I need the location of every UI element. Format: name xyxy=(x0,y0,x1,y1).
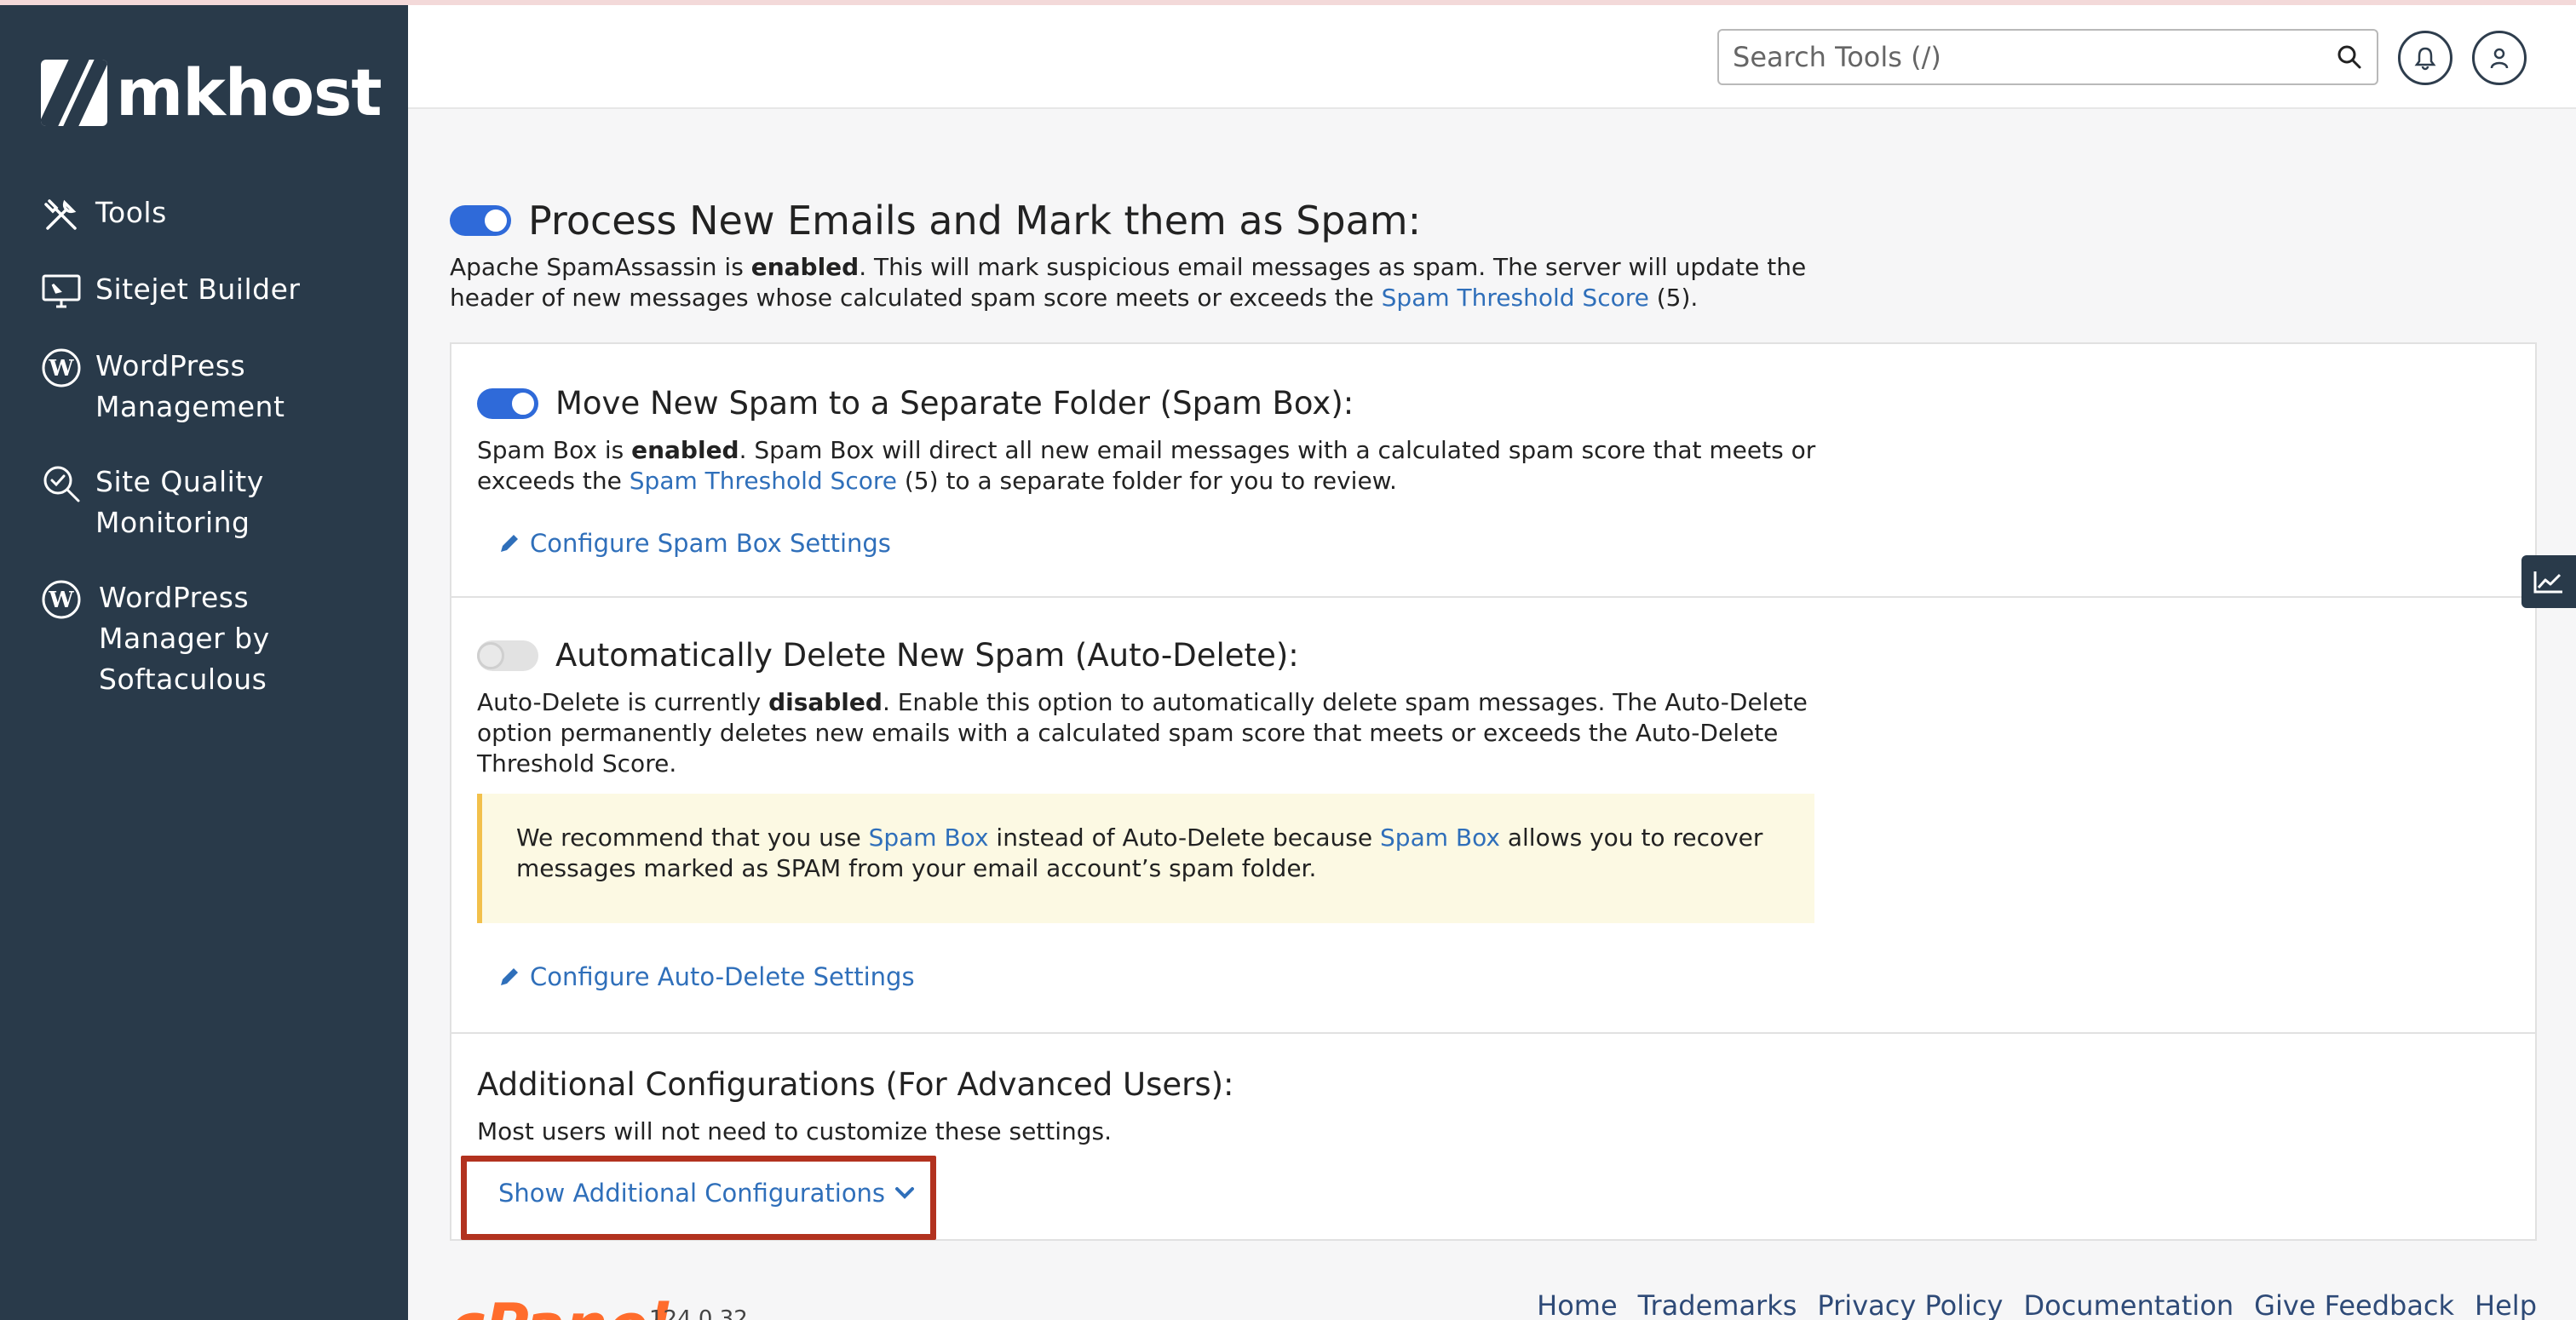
wordpress-icon: W xyxy=(42,348,81,387)
additional-description: Most users will not need to customize th… xyxy=(477,1117,1113,1145)
configure-autodelete-link[interactable]: Configure Auto-Delete Settings xyxy=(497,962,915,991)
version-label: 124.0.32 xyxy=(649,1306,748,1320)
spambox-description: Spam Box is enabled. Spam Box will direc… xyxy=(477,436,1816,495)
spambox-toggle[interactable] xyxy=(477,387,538,419)
process-title: Process New Emails and Mark them as Spam… xyxy=(528,198,1422,244)
sidebar-item-label: WordPress Manager by Softaculous xyxy=(99,581,270,696)
process-heading-row: Process New Emails and Mark them as Spam… xyxy=(450,198,2537,244)
sidebar-item-label: Tools xyxy=(95,196,167,229)
footer: cPanel 124.0.32 Home Trademarks Privacy … xyxy=(450,1269,2537,1320)
sidebar-item-sitejet[interactable]: Sitejet Builder xyxy=(41,269,399,312)
process-description: Apache SpamAssassin is enabled. This wil… xyxy=(450,253,1807,312)
search-icon[interactable] xyxy=(2336,43,2363,71)
sidebar-nav: Tools Sitejet Builder W WordPress Manage… xyxy=(41,192,399,734)
spam-threshold-link[interactable]: Spam Threshold Score xyxy=(630,467,897,495)
pencil-icon xyxy=(501,968,518,985)
process-section: Process New Emails and Mark them as Spam… xyxy=(450,170,2537,313)
chevron-down-icon xyxy=(895,1187,915,1199)
footer-link-feedback[interactable]: Give Feedback xyxy=(2254,1289,2454,1320)
sidebar: mkhost Tools Sitejet Builder W WordPress… xyxy=(0,5,408,1320)
spam-options-card: Move New Spam to a Separate Folder (Spam… xyxy=(450,342,2537,1241)
search-box[interactable] xyxy=(1717,29,2378,85)
additional-title: Additional Configurations (For Advanced … xyxy=(477,1066,1234,1103)
show-additional-configurations-link[interactable]: Show Additional Configurations xyxy=(498,1179,924,1208)
stats-side-tab[interactable] xyxy=(2521,555,2576,608)
brand-logo[interactable]: mkhost xyxy=(41,60,382,126)
search-input[interactable] xyxy=(1733,41,2336,73)
footer-link-home[interactable]: Home xyxy=(1537,1289,1618,1320)
svg-text:W: W xyxy=(48,356,74,382)
footer-links: Home Trademarks Privacy Policy Documenta… xyxy=(1516,1289,2537,1320)
autodelete-section: Automatically Delete New Spam (Auto-Dele… xyxy=(451,598,2535,1034)
sidebar-item-tools[interactable]: Tools xyxy=(41,192,399,235)
sidebar-item-wordpress-softaculous[interactable]: W WordPress Manager by Softaculous xyxy=(41,577,399,700)
bell-icon xyxy=(2414,47,2436,71)
monitor-icon xyxy=(42,274,81,308)
sidebar-item-label: Sitejet Builder xyxy=(95,273,301,306)
spambox-link[interactable]: Spam Box xyxy=(869,824,989,852)
sidebar-item-site-quality[interactable]: Site Quality Monitoring xyxy=(41,462,399,543)
user-icon xyxy=(2490,48,2509,69)
sidebar-item-label: WordPress Management xyxy=(95,349,285,423)
sidebar-item-wordpress-management[interactable]: W WordPress Management xyxy=(41,346,399,428)
notifications-button[interactable] xyxy=(2398,31,2452,85)
autodelete-title: Automatically Delete New Spam (Auto-Dele… xyxy=(555,637,1299,674)
footer-link-privacy[interactable]: Privacy Policy xyxy=(1817,1289,2003,1320)
configure-spambox-link[interactable]: Configure Spam Box Settings xyxy=(497,529,1823,558)
footer-link-trademarks[interactable]: Trademarks xyxy=(1638,1289,1797,1320)
autodelete-heading-row: Automatically Delete New Spam (Auto-Dele… xyxy=(477,637,1823,674)
top-header xyxy=(408,5,2576,109)
brand-logo-mark xyxy=(41,60,107,126)
footer-link-help[interactable]: Help xyxy=(2475,1289,2537,1320)
spambox-section: Move New Spam to a Separate Folder (Spam… xyxy=(451,344,2535,598)
process-spam-toggle[interactable] xyxy=(450,205,511,236)
user-menu-button[interactable] xyxy=(2472,31,2527,85)
tools-icon xyxy=(44,199,77,230)
trend-chart-icon xyxy=(2533,571,2562,594)
magnify-check-icon xyxy=(43,466,80,502)
footer-link-documentation[interactable]: Documentation xyxy=(2023,1289,2234,1320)
spam-threshold-link[interactable]: Spam Threshold Score xyxy=(1382,284,1649,312)
autodelete-description: Auto-Delete is currently disabled. Enabl… xyxy=(477,688,1808,778)
spambox-recommendation-callout: We recommend that you use Spam Box inste… xyxy=(477,794,1814,923)
autodelete-toggle[interactable] xyxy=(477,640,538,671)
pencil-icon xyxy=(501,535,518,552)
cpanel-logo: cPanel xyxy=(450,1291,669,1320)
spambox-title: Move New Spam to a Separate Folder (Spam… xyxy=(555,385,1354,422)
sidebar-item-label: Site Quality Monitoring xyxy=(95,465,264,539)
spambox-heading-row: Move New Spam to a Separate Folder (Spam… xyxy=(477,385,1823,422)
brand-name: mkhost xyxy=(116,55,382,130)
spambox-link[interactable]: Spam Box xyxy=(1380,824,1500,852)
